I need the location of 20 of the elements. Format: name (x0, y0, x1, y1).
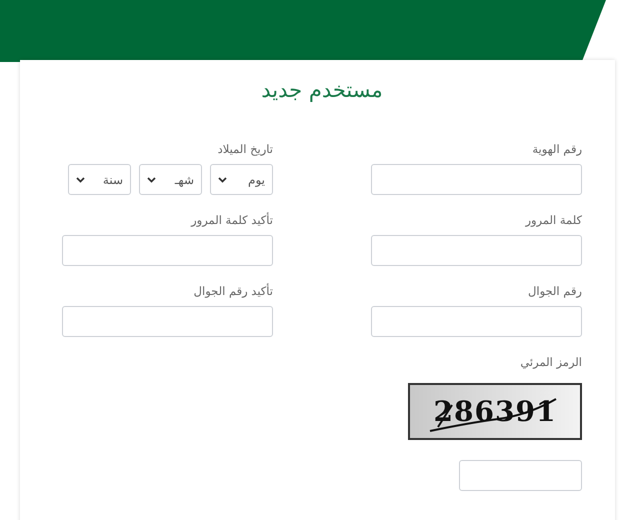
input-field[interactable] (371, 235, 582, 266)
caret-icon (147, 176, 156, 182)
dropdown[interactable]: يوم (210, 164, 273, 195)
input-field[interactable] (371, 164, 582, 195)
field-label: الرمز المرئي (520, 355, 582, 369)
field-label: كلمة المرور (525, 213, 582, 227)
caret-icon (218, 176, 227, 182)
field-label: تاريخ الميلاد (218, 142, 273, 156)
field-label: تأكيد رقم الجوال (194, 284, 273, 298)
field-label: تأكيد كلمة المرور (191, 213, 273, 227)
dropdown[interactable]: سنة (68, 164, 131, 195)
dropdown[interactable]: شهـ (139, 164, 202, 195)
caret-icon (76, 176, 85, 182)
input-field[interactable] (62, 306, 273, 337)
input-field[interactable] (62, 235, 273, 266)
input-field[interactable] (371, 306, 582, 337)
field-label: رقم الهوية (532, 142, 582, 156)
field-label: رقم الجوال (528, 284, 582, 298)
captcha-input[interactable] (459, 460, 582, 491)
form-title: مستخدم جديد (260, 78, 384, 102)
